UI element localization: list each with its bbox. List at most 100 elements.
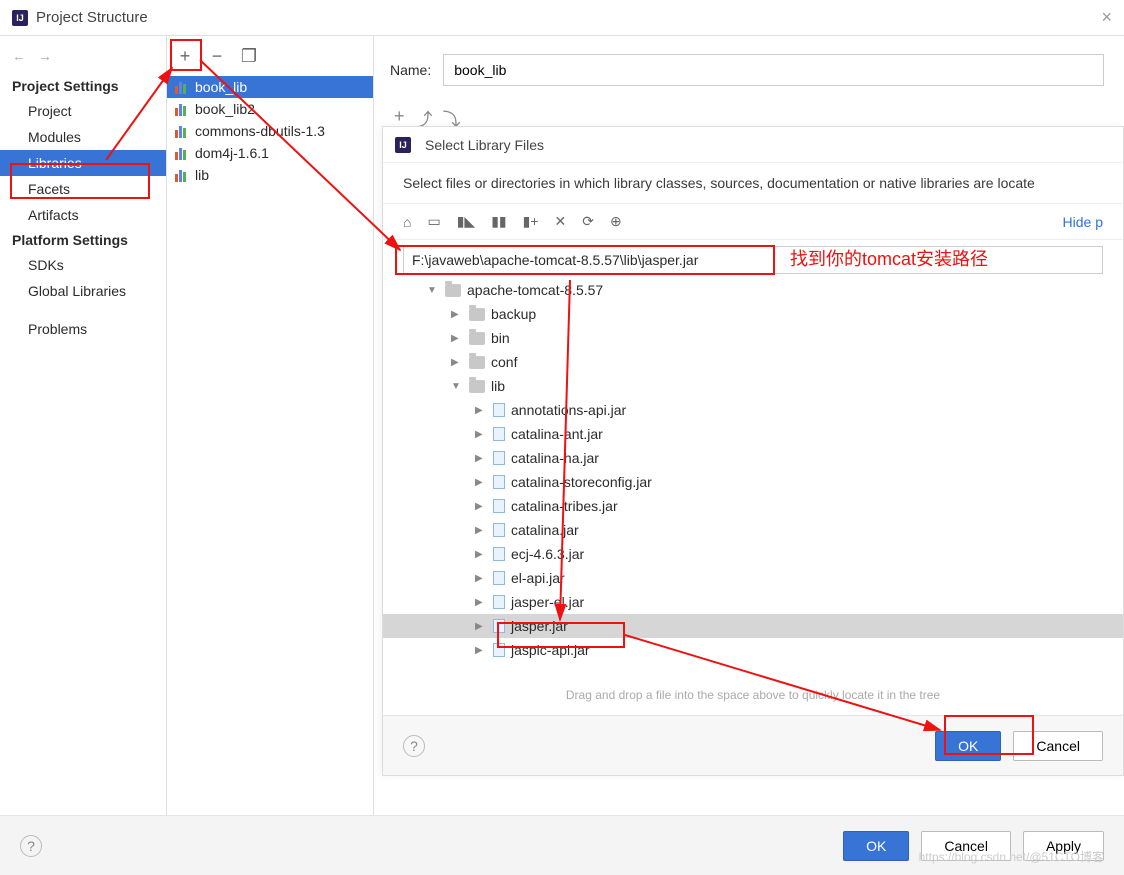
- file-tree[interactable]: ▼apache-tomcat-8.5.57▶backup▶bin▶conf▼li…: [383, 278, 1123, 678]
- close-icon[interactable]: ×: [1101, 7, 1112, 28]
- tree-label: catalina-storeconfig.jar: [511, 474, 652, 490]
- tree-row[interactable]: ▶ catalina-tribes.jar: [383, 494, 1123, 518]
- tree-label: bin: [491, 330, 510, 346]
- tree-arrow-icon: ▶: [475, 501, 487, 512]
- jar-icon: [493, 499, 505, 513]
- nav-back-icon[interactable]: ←: [12, 48, 26, 64]
- jar-icon: [493, 451, 505, 465]
- tree-row[interactable]: ▶backup: [383, 302, 1123, 326]
- library-item[interactable]: lib: [167, 164, 373, 186]
- file-toolbar-icon-6[interactable]: ⟳: [582, 213, 594, 230]
- tree-arrow-icon: ▶: [475, 621, 487, 632]
- main-ok-button[interactable]: OK: [843, 831, 909, 861]
- library-item[interactable]: book_lib: [167, 76, 373, 98]
- jar-icon: [493, 403, 505, 417]
- sidebar-item-project[interactable]: Project: [0, 98, 166, 124]
- dialog-ok-button[interactable]: OK: [935, 731, 1001, 761]
- folder-icon: [469, 356, 485, 369]
- tree-row[interactable]: ▶catalina-ant.jar: [383, 422, 1123, 446]
- library-label: book_lib2: [195, 101, 255, 117]
- tree-label: catalina.jar: [511, 522, 579, 538]
- file-toolbar-icon-2[interactable]: ▮◣: [457, 213, 475, 230]
- library-item[interactable]: dom4j-1.6.1: [167, 142, 373, 164]
- tree-row[interactable]: ▼apache-tomcat-8.5.57: [383, 278, 1123, 302]
- library-item[interactable]: book_lib2: [167, 98, 373, 120]
- library-icon: [175, 80, 189, 94]
- tree-label: catalina-tribes.jar: [511, 498, 618, 514]
- main-footer: ? OK Cancel Apply: [0, 815, 1124, 875]
- library-item[interactable]: commons-dbutils-1.3: [167, 120, 373, 142]
- jar-icon: [493, 643, 505, 657]
- sidebar-item-facets[interactable]: Facets: [0, 176, 166, 202]
- tree-arrow-icon: ▼: [451, 381, 463, 392]
- tree-row[interactable]: ▶ecj-4.6.3.jar: [383, 542, 1123, 566]
- file-toolbar-icon-1[interactable]: ▭: [427, 213, 440, 230]
- tree-row[interactable]: ▶ jasper.jar: [383, 614, 1123, 638]
- file-toolbar-icon-0[interactable]: ⌂: [403, 214, 411, 230]
- tree-row[interactable]: ▶ catalina-ha.jar: [383, 446, 1123, 470]
- sidebar-item-global-libraries[interactable]: Global Libraries: [0, 278, 166, 304]
- folder-icon: [469, 332, 485, 345]
- jar-icon: [493, 475, 505, 489]
- sidebar-item-sdks[interactable]: SDKs: [0, 252, 166, 278]
- jar-icon: [493, 571, 505, 585]
- tree-arrow-icon: ▶: [475, 453, 487, 464]
- dialog-title: Select Library Files: [425, 137, 544, 153]
- file-toolbar-icon-4[interactable]: ▮+: [523, 213, 539, 230]
- tree-row[interactable]: ▶ catalina.jar: [383, 518, 1123, 542]
- tree-arrow-icon: ▼: [427, 285, 439, 296]
- copy-library-button[interactable]: ❐: [239, 46, 259, 67]
- library-label: book_lib: [195, 79, 247, 95]
- tree-row[interactable]: ▶jaspic-api.jar: [383, 638, 1123, 662]
- dialog-help-icon[interactable]: ?: [403, 735, 425, 757]
- tree-arrow-icon: ▶: [475, 429, 487, 440]
- tree-label: backup: [491, 306, 536, 322]
- tree-arrow-icon: ▶: [475, 477, 487, 488]
- dialog-subtitle: Select files or directories in which lib…: [383, 163, 1123, 204]
- library-icon: [175, 102, 189, 116]
- sidebar-item-modules[interactable]: Modules: [0, 124, 166, 150]
- dialog-cancel-button[interactable]: Cancel: [1013, 731, 1103, 761]
- tree-label: catalina-ha.jar: [511, 450, 599, 466]
- tree-row[interactable]: ▶conf: [383, 350, 1123, 374]
- nav-forward-icon[interactable]: →: [38, 48, 52, 64]
- sidebar-item-artifacts[interactable]: Artifacts: [0, 202, 166, 228]
- library-icon: [175, 146, 189, 160]
- file-toolbar-icon-7[interactable]: ⊕: [610, 213, 622, 230]
- tree-row[interactable]: ▶ bin: [383, 326, 1123, 350]
- tree-row[interactable]: ▶ catalina-storeconfig.jar: [383, 470, 1123, 494]
- sidebar: ← → Project Settings ProjectModulesLibra…: [0, 36, 167, 815]
- library-label: commons-dbutils-1.3: [195, 123, 325, 139]
- tree-arrow-icon: ▶: [475, 645, 487, 656]
- remove-library-button[interactable]: −: [207, 46, 227, 67]
- tree-arrow-icon: ▶: [475, 573, 487, 584]
- tree-row[interactable]: ▶el-api.jar: [383, 566, 1123, 590]
- tree-label: jasper.jar: [511, 618, 568, 634]
- sidebar-item-libraries[interactable]: Libraries: [0, 150, 166, 176]
- jar-icon: [493, 619, 505, 633]
- app-icon: IJ: [12, 10, 28, 26]
- window-title: Project Structure: [36, 9, 148, 26]
- sidebar-item-problems[interactable]: Problems: [0, 316, 166, 342]
- hide-path-link[interactable]: Hide p: [1063, 214, 1103, 230]
- tree-row[interactable]: ▶jasper-el.jar: [383, 590, 1123, 614]
- tree-arrow-icon: ▶: [451, 333, 463, 344]
- tree-arrow-icon: ▶: [451, 357, 463, 368]
- tree-row[interactable]: ▶annotations-api.jar: [383, 398, 1123, 422]
- tree-arrow-icon: ▶: [475, 525, 487, 536]
- help-icon[interactable]: ?: [20, 835, 42, 857]
- drag-hint: Drag and drop a file into the space abov…: [383, 682, 1123, 712]
- name-label: Name:: [390, 62, 431, 78]
- file-toolbar-icon-5[interactable]: ✕: [555, 213, 567, 230]
- dialog-app-icon: IJ: [395, 137, 411, 153]
- add-library-button[interactable]: +: [175, 46, 195, 67]
- tree-row[interactable]: ▼lib: [383, 374, 1123, 398]
- tree-label: jasper-el.jar: [511, 594, 584, 610]
- file-toolbar-icon-3[interactable]: ▮▮: [491, 213, 506, 230]
- annotation-text: 找到你的tomcat安装路径: [790, 245, 988, 271]
- sidebar-header-platform: Platform Settings: [0, 228, 166, 252]
- library-name-input[interactable]: [443, 54, 1104, 86]
- path-input[interactable]: F:\javaweb\apache-tomcat-8.5.57\lib\jasp…: [403, 246, 1103, 274]
- tree-arrow-icon: ▶: [475, 549, 487, 560]
- tree-label: annotations-api.jar: [511, 402, 626, 418]
